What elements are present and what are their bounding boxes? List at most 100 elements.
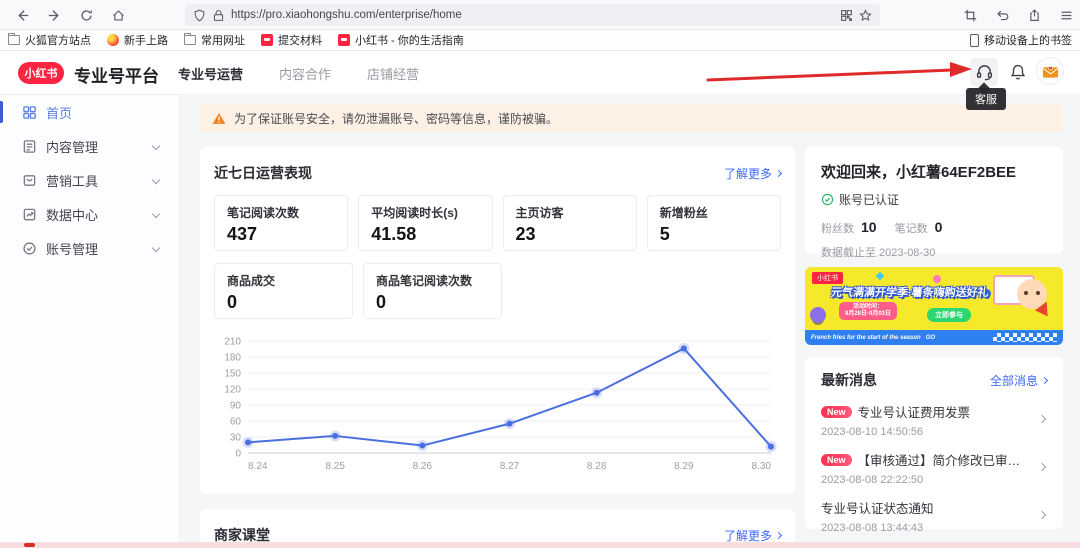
chart-x-tick-label: 8.26 — [413, 461, 433, 472]
red-dot-decoration — [24, 543, 35, 547]
message-item[interactable]: New 专业号认证费用发票 2023-08-10 14:50:56 — [821, 402, 1047, 438]
xiaohongshu-favicon — [338, 34, 350, 46]
headset-icon — [975, 63, 994, 82]
chart-point[interactable] — [507, 421, 513, 427]
screenshot-tool-button[interactable] — [958, 3, 982, 27]
stat-value: 0 — [376, 292, 489, 313]
sidebar-item-label: 首页 — [46, 103, 72, 122]
sidebar-item-home[interactable]: 首页 — [0, 95, 179, 129]
forward-icon — [48, 9, 61, 22]
annotation-arrow — [700, 59, 980, 87]
chevron-right-icon — [1041, 376, 1048, 383]
checkered-flag-decoration — [993, 333, 1057, 342]
browser-back-button[interactable] — [10, 3, 34, 27]
browser-reload-button[interactable] — [74, 3, 98, 27]
stat-label: 商品成交 — [227, 272, 340, 289]
url-bar[interactable]: https://pro.xiaohongshu.com/enterprise/h… — [185, 4, 880, 26]
chart-point[interactable] — [768, 444, 774, 450]
banner-time-label: 活动时间： — [845, 304, 891, 311]
chevron-right-icon — [775, 169, 782, 176]
message-time: 2023-08-10 14:50:56 — [821, 426, 1029, 438]
banner-footer-go: GO — [926, 335, 935, 341]
trend-chart-icon — [22, 207, 37, 222]
bookmark-item[interactable]: 提交材料 — [261, 32, 322, 48]
xiaohongshu-logo[interactable]: 小红书 — [18, 62, 64, 84]
browser-forward-button[interactable] — [42, 3, 66, 27]
stat-label: 新增粉丝 — [660, 204, 768, 221]
chart-point[interactable] — [681, 345, 687, 351]
customer-service-tooltip: 客服 — [966, 88, 1006, 110]
folder-icon — [8, 35, 20, 45]
banner-footer-text: French fries for the start of the season — [811, 335, 921, 341]
grid-icon — [22, 105, 37, 120]
chart-x-tick-label: 8.28 — [587, 461, 607, 472]
firefox-icon — [107, 34, 119, 46]
fans-value: 10 — [861, 219, 877, 235]
undo-button[interactable] — [990, 3, 1014, 27]
classroom-more-link[interactable]: 了解更多 — [724, 527, 781, 544]
sidebar-item-label: 营销工具 — [46, 171, 98, 190]
chart-point[interactable] — [594, 390, 600, 396]
stat-card-new-fans: 新增粉丝 5 — [647, 195, 781, 251]
message-title: 专业号认证费用发票 — [858, 402, 971, 421]
notes-value: 0 — [935, 219, 943, 235]
chart-point[interactable] — [332, 433, 338, 439]
bookmark-item[interactable]: 常用网址 — [184, 32, 245, 48]
chevron-down-icon — [152, 244, 160, 252]
stat-value: 437 — [227, 224, 335, 245]
sidebar-item-marketing-tools[interactable]: 营销工具 — [0, 163, 179, 197]
notifications-button[interactable] — [1004, 58, 1032, 86]
bookmark-label: 移动设备上的书签 — [984, 32, 1072, 48]
stat-value: 0 — [227, 292, 340, 313]
shield-icon — [193, 9, 206, 22]
url-text: https://pro.xiaohongshu.com/enterprise/h… — [231, 9, 834, 21]
bell-icon — [1009, 63, 1027, 81]
banner-brand-badge: 小红书 — [812, 272, 843, 284]
sidebar-item-account-management[interactable]: 账号管理 — [0, 231, 179, 265]
bookmark-star-icon[interactable] — [859, 9, 872, 22]
message-item[interactable]: 专业号认证状态通知 2023-08-08 13:44:43 — [821, 498, 1047, 534]
chart-x-tick-label: 8.30 — [752, 461, 772, 472]
envelope-heart-icon — [1042, 64, 1059, 79]
sidebar: 首页 内容管理 营销工具 数据中心 账号管理 — [0, 95, 180, 548]
link-label: 了解更多 — [724, 165, 772, 182]
chart-point[interactable] — [245, 439, 251, 445]
user-avatar[interactable] — [1036, 57, 1064, 85]
welcome-greeting: 欢迎回来，小红薯64EF2BEE — [821, 161, 1047, 182]
nav-pro-operation[interactable]: 专业号运营 — [178, 64, 243, 83]
menu-button[interactable] — [1054, 3, 1078, 27]
notes-label: 笔记数 — [895, 220, 928, 236]
back-icon — [16, 9, 29, 22]
banner-cta-button[interactable]: 立即参与 — [927, 308, 971, 322]
bookmark-label: 小红书 - 你的生活指南 — [355, 32, 464, 48]
bookmark-item[interactable]: 火狐官方站点 — [8, 32, 91, 48]
chart-line — [248, 348, 771, 446]
message-item[interactable]: New 【审核通过】简介修改已审核通过！ 2023-08-08 22:22:50 — [821, 450, 1047, 486]
nav-shop-management[interactable]: 店铺经营 — [367, 64, 419, 83]
performance-more-link[interactable]: 了解更多 — [724, 165, 781, 182]
chart-x-tick-label: 8.24 — [248, 461, 268, 472]
mobile-bookmarks-item[interactable]: 移动设备上的书签 — [970, 32, 1072, 48]
sidebar-item-content-management[interactable]: 内容管理 — [0, 129, 179, 163]
share-button[interactable] — [1022, 3, 1046, 27]
promo-banner[interactable]: 小红书 元气满满开学季·薯条嗨购送好礼 活动时间： 8月28日-9月03日 立即… — [805, 267, 1063, 345]
warning-text: 为了保证账号安全，请勿泄漏账号、密码等信息，谨防被骗。 — [234, 110, 558, 127]
home-icon — [112, 9, 125, 22]
chart-point[interactable] — [419, 443, 425, 449]
browser-home-button[interactable] — [106, 3, 130, 27]
chart-y-tick-label: 90 — [230, 401, 242, 412]
chart-x-tick-label: 8.27 — [500, 461, 520, 472]
link-label: 全部消息 — [990, 372, 1038, 389]
browser-chrome: https://pro.xiaohongshu.com/enterprise/h… — [0, 0, 1080, 30]
chevron-down-icon — [152, 176, 160, 184]
bookmark-item[interactable]: 新手上路 — [107, 32, 168, 48]
nav-content-cooperation[interactable]: 内容合作 — [279, 64, 331, 83]
qr-code-icon[interactable] — [840, 9, 853, 22]
bookmark-item[interactable]: 小红书 - 你的生活指南 — [338, 32, 464, 48]
all-messages-link[interactable]: 全部消息 — [990, 372, 1047, 389]
performance-title: 近七日运营表现 — [214, 163, 312, 183]
messages-title: 最新消息 — [821, 370, 877, 390]
lock-icon — [212, 9, 225, 22]
sidebar-item-data-center[interactable]: 数据中心 — [0, 197, 179, 231]
stat-value: 5 — [660, 224, 768, 245]
